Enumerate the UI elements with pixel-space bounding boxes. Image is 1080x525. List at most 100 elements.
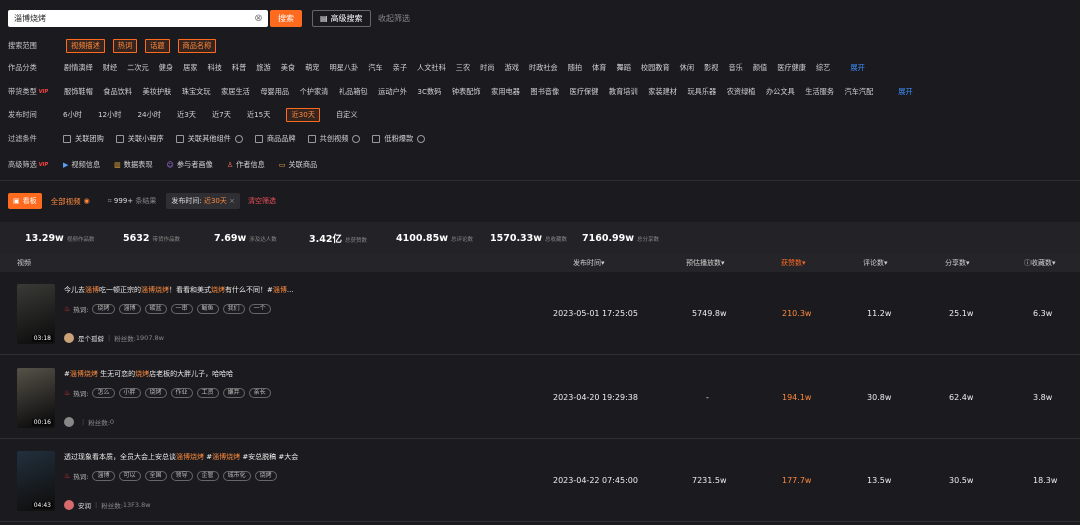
hotword-tag[interactable]: 可以 <box>118 471 141 481</box>
advanced-filter-item[interactable]: ▭ 关联商品 <box>279 160 317 170</box>
category-option[interactable]: 颜值 <box>753 63 767 73</box>
goods-option[interactable]: 礼品箱包 <box>339 87 368 97</box>
goods-option[interactable]: 服饰鞋帽 <box>64 87 93 97</box>
category-option[interactable]: 时尚 <box>480 63 494 73</box>
avatar[interactable] <box>64 500 74 510</box>
goods-option[interactable]: 农资绿植 <box>727 87 756 97</box>
time-option[interactable]: 近15天 <box>247 110 271 120</box>
time-filter-chip[interactable]: 发布时间: 近30天 × <box>166 193 240 209</box>
hotword-tag[interactable]: 小胖 <box>118 388 141 398</box>
hotword-tag[interactable]: 领导 <box>170 471 193 481</box>
header-shares[interactable]: 分享数▾ <box>945 254 970 272</box>
hotword-tag[interactable]: 城市化 <box>222 471 251 481</box>
category-option[interactable]: 随拍 <box>568 63 582 73</box>
video-thumbnail[interactable]: 04:43 <box>17 451 55 511</box>
time-option[interactable]: 近3天 <box>177 110 196 120</box>
goods-option[interactable]: 珠宝文玩 <box>182 87 211 97</box>
table-row[interactable]: 03:18 今儿去淄博吃一顿正宗的淄博烧烤！看看和美式烧烤有什么不同！#淄博...… <box>0 272 1080 355</box>
goods-option[interactable]: 运动户外 <box>378 87 407 97</box>
category-option[interactable]: 影视 <box>704 63 718 73</box>
advanced-filter-item[interactable]: ▥ 数据表现 <box>114 160 152 170</box>
hotword-tag[interactable]: 我们 <box>222 304 245 314</box>
author-name[interactable]: 是个孤僻 <box>78 333 104 343</box>
goods-option[interactable]: 教育培训 <box>609 87 638 97</box>
category-option[interactable]: 综艺 <box>816 63 830 73</box>
video-title[interactable]: 今儿去淄博吃一顿正宗的淄博烧烤！看看和美式烧烤有什么不同！#淄博... <box>64 285 294 295</box>
hotword-tag[interactable]: 碳盆 <box>144 304 167 314</box>
goods-option[interactable]: 食品饮料 <box>103 87 132 97</box>
filter-checkbox[interactable]: 关联团购 <box>63 134 104 144</box>
hotword-tag[interactable]: 怎么 <box>92 388 115 398</box>
category-option[interactable]: 人文社科 <box>417 63 446 73</box>
author-info[interactable]: 安润 | 粉丝数: 13F3.8w <box>64 500 151 510</box>
hotword-tag[interactable]: 一串 <box>170 304 193 314</box>
filter-checkbox[interactable]: 关联小程序 <box>115 134 164 144</box>
hotword-tag[interactable]: 亲长 <box>248 388 271 398</box>
header-plays[interactable]: 预估播放数▾ <box>686 254 725 272</box>
category-option[interactable]: 健身 <box>159 63 173 73</box>
hotword-tag[interactable]: 工资 <box>196 388 219 398</box>
goods-option[interactable]: 家居生活 <box>221 87 250 97</box>
scope-tag[interactable]: 视频描述 <box>66 38 105 53</box>
category-option[interactable]: 财经 <box>103 63 117 73</box>
author-name[interactable]: 安润 <box>78 500 91 510</box>
avatar[interactable] <box>64 417 74 427</box>
category-option[interactable]: 舞蹈 <box>617 63 631 73</box>
goods-option[interactable]: 玩具乐器 <box>687 87 716 97</box>
category-option[interactable]: 医疗健康 <box>777 63 806 73</box>
category-option[interactable]: 音乐 <box>728 63 742 73</box>
goods-option[interactable]: 图书音像 <box>530 87 559 97</box>
category-option[interactable]: 科普 <box>232 63 246 73</box>
category-option[interactable]: 明星八卦 <box>329 63 358 73</box>
header-favorites[interactable]: ⓘ收藏数▾ <box>1024 254 1056 272</box>
advanced-search-button[interactable]: ▤ 高级搜索 <box>312 10 371 27</box>
hotword-tag[interactable]: 淄博 <box>92 471 115 481</box>
checkbox-box[interactable] <box>115 135 124 143</box>
category-option[interactable]: 萌宠 <box>305 63 319 73</box>
clear-filters-link[interactable]: 清空筛选 <box>248 196 276 206</box>
category-option[interactable]: 游戏 <box>505 63 519 73</box>
hotword-tag[interactable]: 烧烤 <box>92 304 115 314</box>
video-thumbnail[interactable]: 03:18 <box>17 284 55 344</box>
category-option[interactable]: 校园教育 <box>641 63 670 73</box>
hotword-tag[interactable]: 嫌弃 <box>222 388 245 398</box>
category-option[interactable]: 时政社会 <box>529 63 558 73</box>
chip-close-icon[interactable]: × <box>229 197 235 205</box>
time-option[interactable]: 近30天 <box>286 108 320 122</box>
hotword-tag[interactable]: 淄博 <box>118 304 141 314</box>
goods-expand-link[interactable]: 展开 <box>898 87 912 97</box>
table-row[interactable]: 00:16 #淄博烧烤 生无可恋的烧烤店老板的大胖儿子，哈哈哈 ♨ 热词: 怎么 小胖 烧烤… <box>0 356 1080 439</box>
goods-option[interactable]: 个护家清 <box>300 87 329 97</box>
video-title[interactable]: #淄博烧烤 生无可恋的烧烤店老板的大胖儿子，哈哈哈 <box>64 369 233 379</box>
filter-checkbox[interactable]: 关联其他组件 <box>175 134 243 144</box>
video-title[interactable]: 透过现象看本质，全员大会上安总谈淄博烧烤 #淄博烧烤 #安总脱稿 #大会 <box>64 452 298 462</box>
category-option[interactable]: 美食 <box>281 63 295 73</box>
dashboard-button[interactable]: ▣ 看板 <box>8 193 42 209</box>
checkbox-box[interactable] <box>307 135 316 143</box>
category-option[interactable]: 亲子 <box>393 63 407 73</box>
checkbox-box[interactable] <box>372 135 381 143</box>
checkbox-box[interactable] <box>254 135 263 143</box>
category-option[interactable]: 体育 <box>592 63 606 73</box>
advanced-filter-item[interactable]: ♙ 作者信息 <box>227 160 265 170</box>
time-option[interactable]: 12小时 <box>98 110 122 120</box>
checkbox-box[interactable] <box>63 135 71 143</box>
category-option[interactable]: 二次元 <box>127 63 149 73</box>
scope-tag[interactable]: 商品名称 <box>177 38 217 53</box>
hotword-tag[interactable]: 烧烤 <box>254 471 277 481</box>
goods-option[interactable]: 母婴用品 <box>260 87 289 97</box>
filter-checkbox[interactable]: 共创视频 <box>307 134 361 144</box>
category-option[interactable]: 旅游 <box>256 63 270 73</box>
category-option[interactable]: 三农 <box>456 63 470 73</box>
goods-option[interactable]: 医疗保健 <box>570 87 599 97</box>
video-thumbnail[interactable]: 00:16 <box>17 368 55 428</box>
avatar[interactable] <box>64 333 74 343</box>
author-info[interactable]: 是个孤僻 | 粉丝数: 1907.8w <box>64 333 164 343</box>
filter-checkbox[interactable]: 低粉爆款 <box>372 134 426 144</box>
clear-search-icon[interactable]: ⊗ <box>251 11 266 26</box>
hotword-tag[interactable]: 企管 <box>196 471 219 481</box>
header-time[interactable]: 发布时间▾ <box>573 254 605 272</box>
time-option[interactable]: 近7天 <box>212 110 231 120</box>
goods-option[interactable]: 汽车汽配 <box>845 87 874 97</box>
category-option[interactable]: 居家 <box>183 63 197 73</box>
